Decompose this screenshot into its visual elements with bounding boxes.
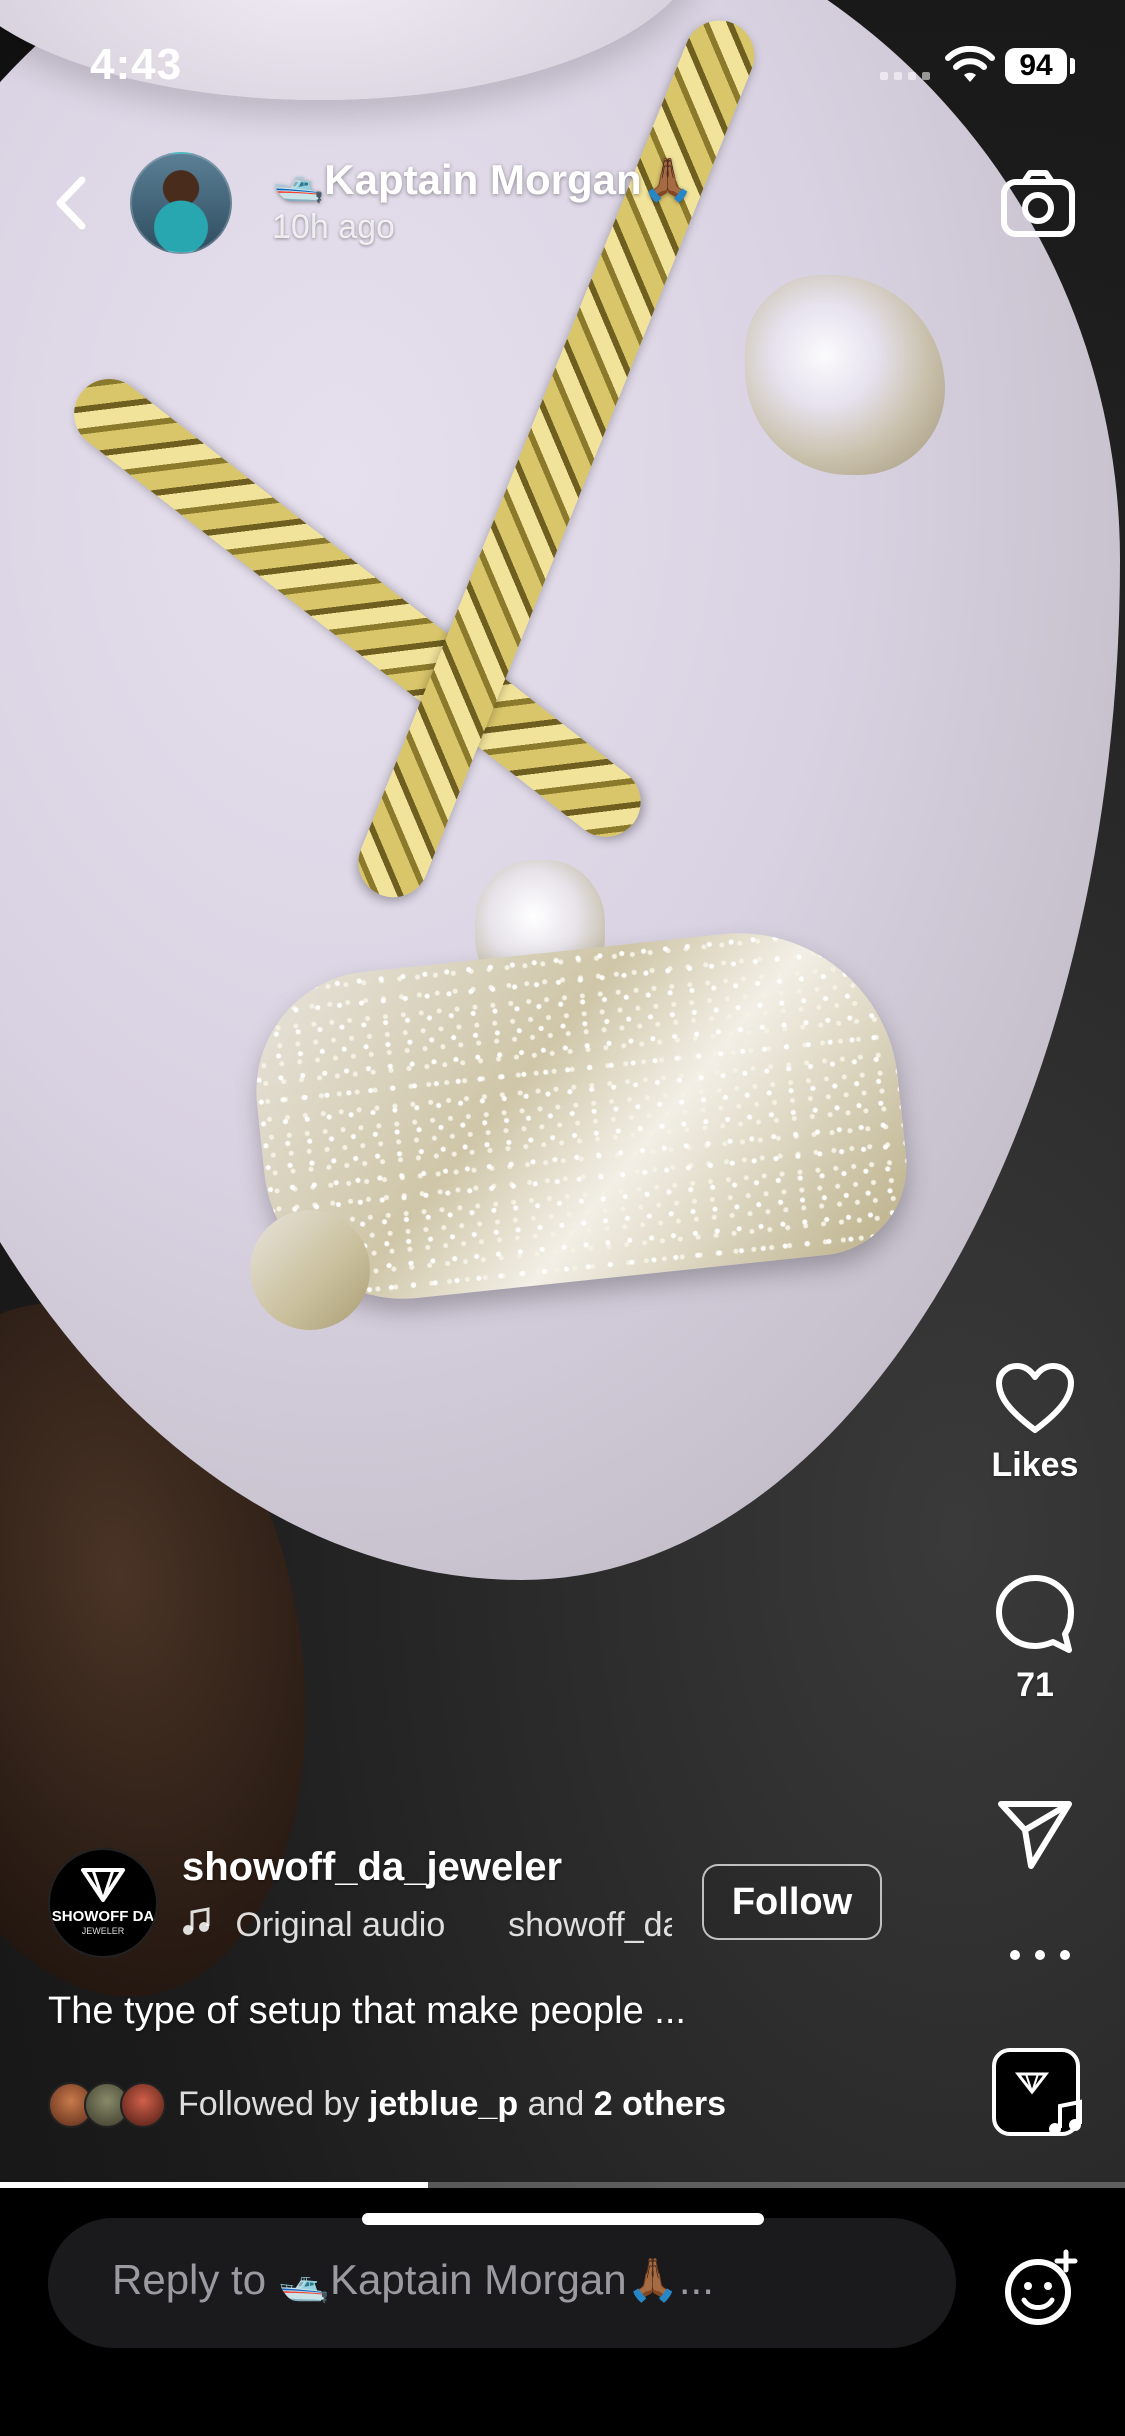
emoji-add-icon[interactable]: [1000, 2248, 1084, 2332]
music-note-icon: [1049, 2099, 1082, 2135]
status-time: 4:43: [90, 40, 183, 89]
author-logo-text: SHOWOFF DA: [51, 1908, 155, 1925]
follow-button[interactable]: Follow: [702, 1864, 882, 1940]
author-avatar[interactable]: SHOWOFF DA JEWELER: [48, 1848, 158, 1958]
likes-label: Likes: [991, 1446, 1079, 1484]
wifi-icon: [945, 46, 995, 82]
followed-and: and: [527, 2084, 585, 2123]
followed-by-row[interactable]: Followed by jetblue_p and 2 others: [48, 2082, 726, 2128]
followed-by-text: Followed by jetblue_p and 2 others: [178, 2085, 726, 2124]
battery-tip: [1070, 58, 1075, 74]
paper-plane-icon[interactable]: [995, 1798, 1075, 1870]
battery-icon: 94: [1005, 48, 1067, 84]
cellular-signal-icon: [880, 72, 930, 80]
reply-area: Reply to 🛥️Kaptain Morgan🙏🏾...: [0, 2188, 1125, 2436]
story-timestamp: 10h ago: [272, 208, 395, 246]
post-caption[interactable]: The type of setup that make people ...: [48, 1990, 686, 2033]
author-name[interactable]: showoff_da_jeweler: [182, 1845, 562, 1890]
story-username[interactable]: 🛥️Kaptain Morgan🙏🏾: [272, 156, 694, 205]
camera-icon[interactable]: [1000, 168, 1076, 238]
comment-count: 71: [1016, 1666, 1054, 1704]
home-indicator: [362, 2213, 764, 2225]
audio-row[interactable]: Original audio showoff_da_jeweler: [182, 1906, 672, 1950]
comment-action[interactable]: 71: [985, 1572, 1085, 1705]
author-logo-sub: JEWELER: [81, 1926, 125, 1936]
share-action[interactable]: [985, 1798, 1085, 1870]
audio-title: Original audio: [235, 1906, 446, 1944]
ellipsis-icon[interactable]: [1010, 1945, 1070, 1965]
chevron-left-icon[interactable]: [42, 168, 102, 238]
audio-author: showoff_da_jeweler: [508, 1906, 672, 1944]
heart-icon[interactable]: [994, 1362, 1076, 1436]
status-bar: 4:43 94: [0, 0, 1125, 140]
battery-level: 94: [1019, 49, 1053, 82]
follower-avatars: [48, 2082, 166, 2128]
like-action[interactable]: Likes: [985, 1362, 1085, 1485]
showoff-logo-icon: [81, 1868, 125, 1902]
story-photo: [0, 0, 1125, 2190]
followed-prefix: Followed by: [178, 2084, 360, 2123]
reply-placeholder: Reply to 🛥️Kaptain Morgan🙏🏾...: [112, 2256, 714, 2303]
music-note-icon: [183, 1907, 210, 1935]
followed-user: jetblue_p: [368, 2084, 519, 2123]
comment-bubble-icon[interactable]: [993, 1572, 1077, 1656]
follower-avatar: [120, 2082, 166, 2128]
followed-others: 2 others: [593, 2084, 727, 2123]
story-user-avatar[interactable]: [130, 152, 232, 254]
pendant-tail: [250, 1210, 370, 1330]
reply-input[interactable]: Reply to 🛥️Kaptain Morgan🙏🏾...: [48, 2218, 956, 2348]
